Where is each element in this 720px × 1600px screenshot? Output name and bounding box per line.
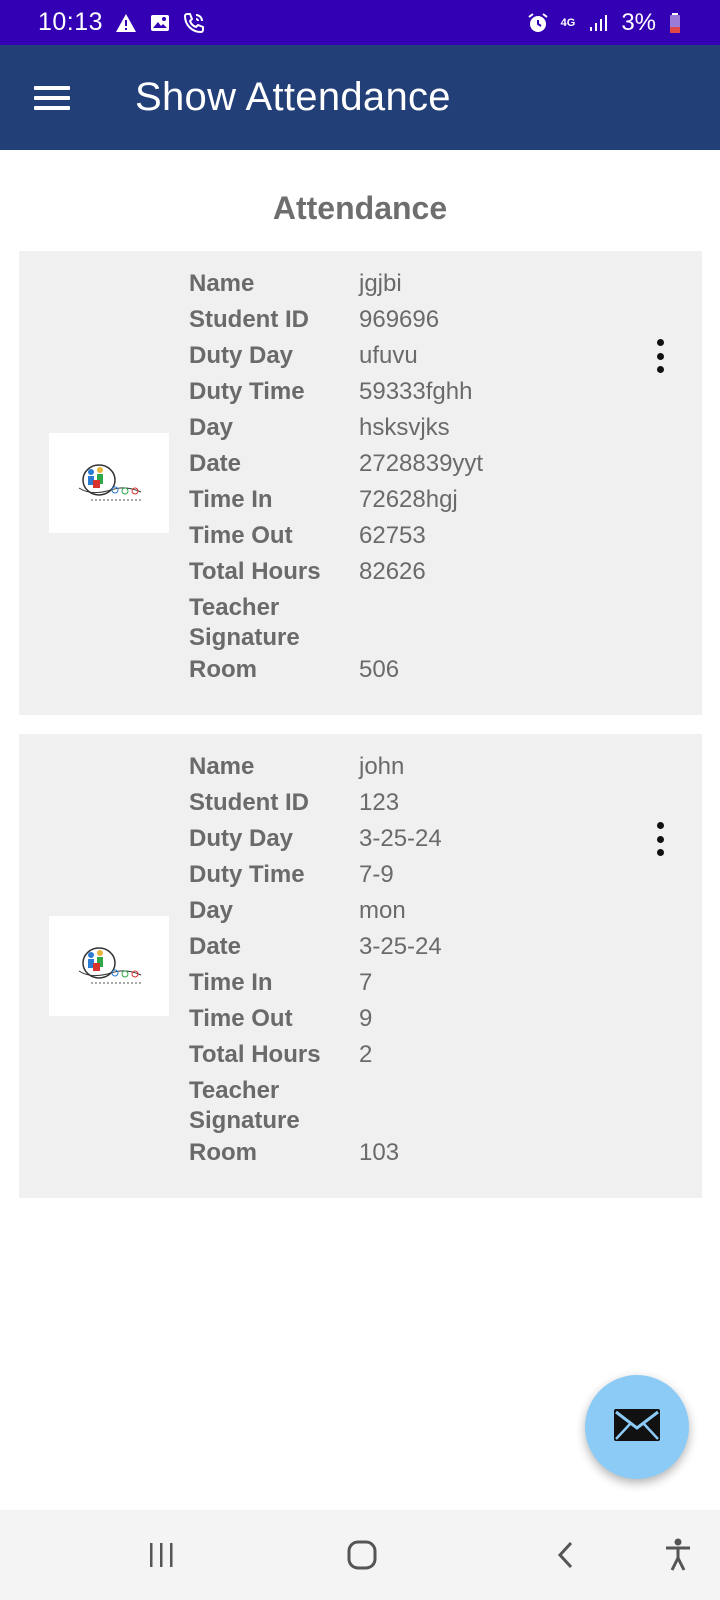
- signal-icon: [587, 12, 609, 34]
- field-row-teacher-signature: Teacher Signature: [189, 1074, 609, 1136]
- field-row-duty-time: Duty Time 7-9: [189, 858, 609, 894]
- field-value: 506: [359, 656, 400, 683]
- field-row-name: Name jgjbi: [189, 267, 609, 303]
- field-label: Date: [189, 450, 242, 477]
- field-row-total-hours: Total Hours 82626: [189, 555, 609, 591]
- field-row-duty-day: Duty Day ufuvu: [189, 339, 609, 375]
- more-options-icon[interactable]: [654, 822, 666, 856]
- field-label: Student ID: [189, 789, 309, 816]
- field-label: Duty Time: [189, 378, 305, 405]
- school-logo: [49, 433, 169, 533]
- network-label: 4G: [560, 16, 576, 29]
- field-row-day: Day hsksvjks: [189, 411, 609, 447]
- field-label: Teacher Signature: [189, 1077, 300, 1134]
- call-icon: [183, 12, 205, 34]
- field-label: Name: [189, 753, 255, 780]
- field-value: 123: [359, 789, 400, 816]
- field-value: 969696: [359, 306, 440, 333]
- status-time: 10:13: [38, 8, 104, 36]
- field-value: 2: [359, 1041, 373, 1068]
- status-bar: 10:13 4G 3%: [0, 0, 720, 45]
- field-label: Day: [189, 414, 234, 441]
- field-value: 103: [359, 1139, 400, 1166]
- field-value: 7: [359, 969, 373, 996]
- app-title: Show Attendance: [135, 75, 451, 119]
- more-options-icon[interactable]: [654, 339, 666, 373]
- field-row-time-out: Time Out 9: [189, 1002, 609, 1038]
- warning-icon: [115, 12, 137, 34]
- field-list: Name jgjbi Student ID 969696 Duty Day uf…: [189, 267, 609, 689]
- field-label: Room: [189, 1139, 257, 1166]
- send-email-button[interactable]: [585, 1375, 689, 1479]
- status-left: 10:13: [38, 8, 205, 37]
- field-row-day: Day mon: [189, 894, 609, 930]
- back-icon[interactable]: [553, 1537, 577, 1573]
- field-label: Name: [189, 270, 255, 297]
- field-label: Time Out: [189, 522, 293, 549]
- field-row-date: Date 3-25-24: [189, 930, 609, 966]
- field-label: Duty Time: [189, 861, 305, 888]
- field-value: 7-9: [359, 861, 394, 888]
- field-value: 59333fghh: [359, 378, 473, 405]
- field-label: Day: [189, 897, 234, 924]
- field-value: 82626: [359, 558, 426, 585]
- field-value: 62753: [359, 522, 426, 549]
- status-right: 4G 3%: [527, 9, 682, 37]
- field-label: Time In: [189, 486, 273, 513]
- field-label: Total Hours: [189, 558, 321, 585]
- field-list: Name john Student ID 123 Duty Day 3-25-2…: [189, 750, 609, 1172]
- field-row-time-in: Time In 72628hgj: [189, 483, 609, 519]
- field-label: Duty Day: [189, 342, 294, 369]
- battery-percent: 3%: [621, 8, 656, 36]
- field-label: Duty Day: [189, 825, 294, 852]
- app-bar: Show Attendance: [0, 45, 720, 150]
- school-logo: [49, 916, 169, 1016]
- field-row-time-in: Time In 7: [189, 966, 609, 1002]
- field-value: ufuvu: [359, 342, 418, 369]
- system-nav-bar: [0, 1510, 720, 1600]
- field-row-room: Room 506: [189, 653, 609, 689]
- field-row-teacher-signature: Teacher Signature: [189, 591, 609, 653]
- field-value: jgjbi: [359, 270, 402, 297]
- field-label: Teacher Signature: [189, 594, 300, 651]
- field-row-room: Room 103: [189, 1136, 609, 1172]
- field-row-date: Date 2728839yyt: [189, 447, 609, 483]
- field-row-duty-day: Duty Day 3-25-24: [189, 822, 609, 858]
- field-label: Room: [189, 656, 257, 683]
- battery-icon: [668, 12, 682, 34]
- field-value: mon: [359, 897, 406, 924]
- field-label: Student ID: [189, 306, 309, 333]
- recent-apps-icon[interactable]: [147, 1537, 177, 1573]
- image-icon: [149, 12, 171, 34]
- attendance-card[interactable]: Name jgjbi Student ID 969696 Duty Day uf…: [19, 251, 702, 715]
- field-label: Time Out: [189, 1005, 293, 1032]
- field-row-total-hours: Total Hours 2: [189, 1038, 609, 1074]
- attendance-card[interactable]: Name john Student ID 123 Duty Day 3-25-2…: [19, 734, 702, 1198]
- field-value: 72628hgj: [359, 486, 458, 513]
- field-row-student-id: Student ID 969696: [189, 303, 609, 339]
- accessibility-icon[interactable]: [663, 1537, 693, 1573]
- field-value: 3-25-24: [359, 825, 442, 852]
- section-title: Attendance: [272, 190, 448, 226]
- field-row-duty-time: Duty Time 59333fghh: [189, 375, 609, 411]
- field-label: Date: [189, 933, 242, 960]
- field-row-student-id: Student ID 123: [189, 786, 609, 822]
- field-value: john: [359, 753, 405, 780]
- field-value: 9: [359, 1005, 373, 1032]
- alarm-icon: [527, 12, 549, 34]
- mail-icon: [613, 1408, 661, 1447]
- field-label: Total Hours: [189, 1041, 321, 1068]
- field-value: hsksvjks: [359, 414, 450, 441]
- field-value: 3-25-24: [359, 933, 442, 960]
- field-row-name: Name john: [189, 750, 609, 786]
- home-icon[interactable]: [345, 1537, 379, 1573]
- field-row-time-out: Time Out 62753: [189, 519, 609, 555]
- field-value: 2728839yyt: [359, 450, 484, 477]
- field-label: Time In: [189, 969, 273, 996]
- menu-icon[interactable]: [34, 83, 70, 113]
